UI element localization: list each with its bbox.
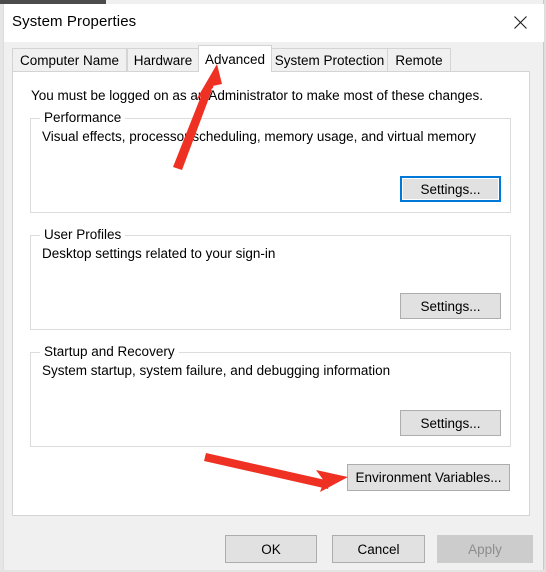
system-properties-window: System Properties Computer Name Hardware… (0, 0, 546, 572)
performance-description: Visual effects, processor scheduling, me… (42, 129, 476, 144)
window-left-edge (0, 4, 4, 572)
user-profiles-settings-button[interactable]: Settings... (400, 293, 501, 319)
ok-button[interactable]: OK (225, 535, 317, 563)
startup-recovery-description: System startup, system failure, and debu… (42, 363, 391, 378)
performance-settings-button[interactable]: Settings... (400, 176, 501, 202)
tab-strip: Computer Name Hardware Advanced System P… (4, 42, 542, 72)
close-icon (513, 15, 528, 30)
tab-remote[interactable]: Remote (387, 48, 451, 72)
administrator-notice: You must be logged on as an Administrato… (31, 88, 484, 103)
startup-recovery-settings-button[interactable]: Settings... (400, 410, 501, 436)
tab-advanced[interactable]: Advanced (198, 45, 272, 72)
tab-computer-name[interactable]: Computer Name (12, 48, 127, 72)
startup-recovery-group: Startup and Recovery System startup, sys… (30, 344, 511, 447)
user-profiles-description: Desktop settings related to your sign-in (42, 246, 276, 261)
close-button[interactable] (498, 4, 542, 40)
startup-recovery-group-label: Startup and Recovery (40, 344, 179, 359)
window-title: System Properties (12, 13, 137, 30)
apply-button: Apply (437, 535, 533, 563)
user-profiles-group-label: User Profiles (40, 227, 126, 242)
title-bar: System Properties (4, 4, 544, 42)
advanced-tab-panel: You must be logged on as an Administrato… (12, 71, 530, 516)
environment-variables-button[interactable]: Environment Variables... (347, 464, 510, 491)
performance-group: Performance Visual effects, processor sc… (30, 110, 511, 213)
cancel-button[interactable]: Cancel (332, 535, 425, 563)
tab-system-protection[interactable]: System Protection (271, 48, 388, 72)
user-profiles-group: User Profiles Desktop settings related t… (30, 227, 511, 330)
performance-group-label: Performance (40, 110, 126, 125)
tab-hardware[interactable]: Hardware (127, 48, 199, 72)
